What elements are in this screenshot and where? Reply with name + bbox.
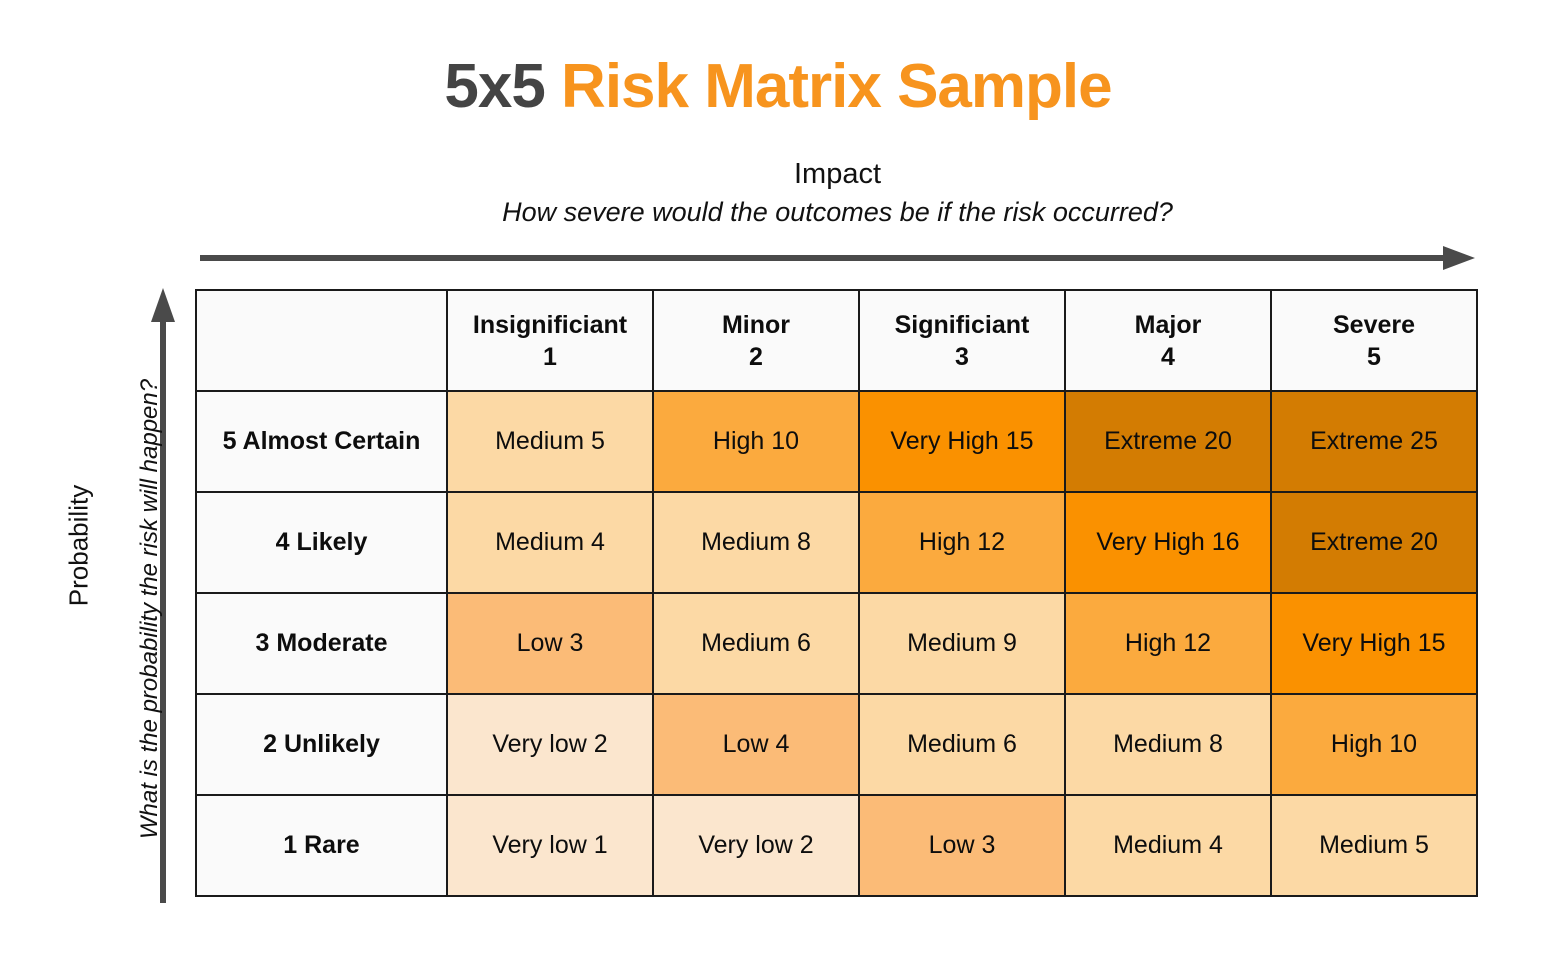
title-rest: Risk Matrix Sample	[561, 52, 1113, 121]
matrix-column-header-5: Severe 5	[1270, 289, 1478, 392]
impact-axis-heading: Impact How severe would the outcomes be …	[195, 156, 1480, 230]
right-arrow-icon	[200, 246, 1475, 270]
impact-axis-label: Impact	[793, 158, 882, 190]
probability-axis-question: What is the probability the risk will ha…	[136, 378, 163, 840]
risk-cell-p1-i1: Very low 1	[446, 794, 654, 897]
risk-cell-p5-i4: Extreme 20	[1064, 390, 1272, 493]
matrix-row-header-4: 4 Likely	[195, 491, 448, 594]
risk-cell-p4-i3: High 12	[858, 491, 1066, 594]
column-header-level: 2	[749, 342, 763, 371]
risk-cell-p5-i1: Medium 5	[446, 390, 654, 493]
column-header-level: 5	[1367, 342, 1381, 371]
risk-cell-p1-i4: Medium 4	[1064, 794, 1272, 897]
matrix-column-header-4: Major 4	[1064, 289, 1272, 392]
matrix-row: 1 Rare Very low 1 Very low 2 Low 3 Medium 4M…	[195, 794, 1478, 897]
impact-axis-question: How severe would the outcomes be if the …	[502, 197, 1173, 228]
risk-cell-p2-i5: High 10	[1270, 693, 1478, 796]
risk-cell-p4-i4: Very High 16	[1064, 491, 1272, 594]
matrix-header-row: Insignificiant 1 Minor 2 Significiant 3 Major 4…	[195, 289, 1478, 392]
probability-axis-label: Probability	[63, 484, 94, 607]
matrix-column-header-3: Significiant 3	[858, 289, 1066, 392]
risk-cell-p3-i2: Medium 6	[652, 592, 860, 695]
title-prefix: 5x5	[444, 52, 545, 121]
matrix-row-header-3: 3 Moderate	[195, 592, 448, 695]
risk-cell-p4-i1: Medium 4	[446, 491, 654, 594]
column-header-name: Significiant	[894, 310, 1030, 339]
matrix-row: 5 Almost Certain Medium 5 High 10 Very High…	[195, 390, 1478, 493]
risk-cell-p5-i3: Very High 15	[858, 390, 1066, 493]
risk-cell-p1-i5: Medium 5	[1270, 794, 1478, 897]
matrix-corner-cell	[195, 289, 448, 392]
risk-cell-p2-i4: Medium 8	[1064, 693, 1272, 796]
risk-cell-p3-i3: Medium 9	[858, 592, 1066, 695]
risk-cell-p2-i3: Medium 6	[858, 693, 1066, 796]
column-header-name: Major	[1134, 310, 1202, 339]
risk-cell-p3-i1: Low 3	[446, 592, 654, 695]
matrix-row-header-2: 2 Unlikely	[195, 693, 448, 796]
matrix-row: 4 Likely Medium 4 Medium 8 High 12 Very High…	[195, 491, 1478, 594]
column-header-name: Minor	[721, 310, 791, 339]
column-header-name: Insignificiant	[472, 310, 628, 339]
risk-matrix-table: Insignificiant 1 Minor 2 Significiant 3 Major 4…	[195, 289, 1478, 897]
risk-cell-p5-i2: High 10	[652, 390, 860, 493]
column-header-level: 1	[543, 342, 557, 371]
column-header-level: 3	[955, 342, 969, 371]
matrix-row: 2 Unlikely Very low 2 Low 4 Medium 6 Medium …	[195, 693, 1478, 796]
risk-cell-p2-i2: Low 4	[652, 693, 860, 796]
page-title: 5x5 Risk Matrix Sample	[0, 56, 1556, 118]
matrix-column-header-1: Insignificiant 1	[446, 289, 654, 392]
risk-cell-p2-i1: Very low 2	[446, 693, 654, 796]
column-header-name: Severe	[1332, 310, 1416, 339]
column-header-level: 4	[1161, 342, 1175, 371]
risk-cell-p1-i3: Low 3	[858, 794, 1066, 897]
matrix-row-header-5: 5 Almost Certain	[195, 390, 448, 493]
risk-cell-p4-i5: Extreme 20	[1270, 491, 1478, 594]
matrix-row: 3 Moderate Low 3 Medium 6 Medium 9 High 12 Ve…	[195, 592, 1478, 695]
risk-cell-p5-i5: Extreme 25	[1270, 390, 1478, 493]
risk-cell-p4-i2: Medium 8	[652, 491, 860, 594]
matrix-column-header-2: Minor 2	[652, 289, 860, 392]
risk-cell-p3-i4: High 12	[1064, 592, 1272, 695]
matrix-row-header-1: 1 Rare	[195, 794, 448, 897]
risk-cell-p1-i2: Very low 2	[652, 794, 860, 897]
risk-cell-p3-i5: Very High 15	[1270, 592, 1478, 695]
